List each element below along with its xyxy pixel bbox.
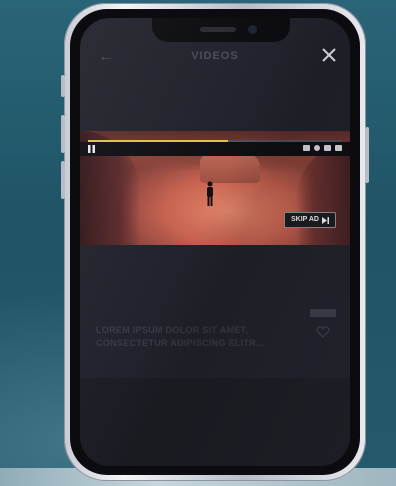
video-controls	[80, 142, 350, 156]
front-camera	[248, 25, 257, 34]
fullscreen-icon[interactable]	[335, 145, 342, 151]
post-title-line-2: CONSECTETUR ADIPISCING ELITR...	[96, 338, 265, 348]
phone-bezel: ← VIDEOS SKIP AD LOREM IPSUM DOLOR SIT A…	[70, 9, 360, 475]
heart-icon[interactable]	[316, 326, 330, 338]
phone-frame: ← VIDEOS SKIP AD LOREM IPSUM DOLOR SIT A…	[61, 3, 369, 481]
page-title: VIDEOS	[191, 50, 239, 62]
cast-icon[interactable]	[324, 145, 331, 151]
meta-badge	[310, 309, 336, 317]
pause-icon[interactable]	[88, 145, 95, 153]
content-area-lower	[80, 378, 350, 466]
power-button	[365, 127, 369, 183]
phone-screen: ← VIDEOS SKIP AD LOREM IPSUM DOLOR SIT A…	[80, 18, 350, 466]
skip-next-icon	[322, 216, 329, 224]
settings-icon[interactable]	[314, 145, 320, 151]
volume-up-button	[61, 115, 65, 153]
skip-ad-button[interactable]: SKIP AD	[283, 212, 336, 228]
video-frame-person	[207, 181, 213, 206]
close-icon[interactable]	[318, 44, 340, 66]
mute-switch	[61, 75, 65, 97]
post-title-line-1: LOREM IPSUM DOLOR SIT AMET,	[96, 325, 249, 335]
notch	[152, 18, 290, 42]
player-option-icons	[303, 145, 342, 151]
app-header: ← VIDEOS	[80, 40, 350, 76]
speaker-grille	[200, 27, 236, 32]
captions-icon[interactable]	[303, 145, 310, 151]
volume-down-button	[61, 161, 65, 199]
skip-ad-label: SKIP AD	[290, 216, 319, 223]
